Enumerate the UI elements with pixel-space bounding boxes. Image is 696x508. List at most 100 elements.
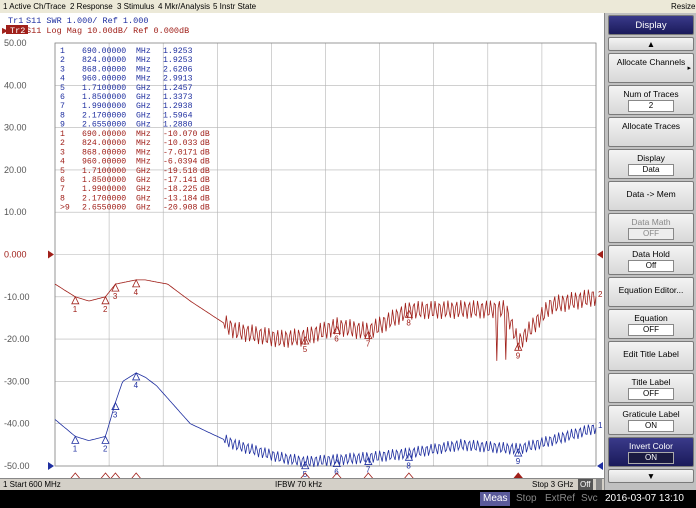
marker-readout-row: 8 2.1700000 GHz -13.184 dB bbox=[60, 193, 210, 203]
marker-number: 8 bbox=[406, 318, 411, 327]
extref-status: ExtRef bbox=[545, 493, 576, 504]
y-tick-label: -50.00 bbox=[4, 461, 30, 471]
marker-readout-number: 1 bbox=[60, 130, 65, 139]
marker-readout-unit: MHz bbox=[136, 56, 151, 65]
marker-readout-frequency: 868.00000 bbox=[82, 148, 126, 157]
marker-readout-value-unit: dB bbox=[200, 138, 210, 148]
marker-readout-number: 5 bbox=[60, 84, 65, 93]
data-hold-value: Off bbox=[628, 260, 674, 272]
y-tick-label: -30.00 bbox=[4, 376, 30, 386]
marker-glyph[interactable] bbox=[132, 278, 141, 288]
softkey-panel: Display ▲ Allocate Channels ▸ Num of Trac… bbox=[604, 13, 696, 490]
y-tick-label: 50.00 bbox=[4, 38, 27, 48]
trace-window[interactable]: 50.00 40.00 30.00 20.00 10.00 0.000 -10.00 -20.… bbox=[0, 13, 604, 478]
menu-mkr-analysis[interactable]: 4 Mkr/Analysis bbox=[158, 0, 210, 13]
menu-instr-state[interactable]: 5 Instr State bbox=[213, 0, 256, 13]
tr1-info: S11 SWR 1.000/ Ref 1.000 bbox=[26, 16, 148, 26]
marker-readout-row: 5 1.7100000 GHz -19.518 dB bbox=[60, 166, 210, 176]
marker-glyph[interactable] bbox=[101, 435, 110, 444]
edit-title-label-button[interactable]: Edit Title Label bbox=[608, 341, 694, 371]
marker-number: 2 bbox=[103, 444, 108, 453]
marker-number: 7 bbox=[366, 339, 371, 348]
marker-number: 1 bbox=[73, 305, 78, 314]
marker-readout-value: -18.225 bbox=[163, 185, 197, 194]
menu-resize[interactable]: Resize bbox=[671, 0, 695, 13]
marker-readout-value-unit: dB bbox=[200, 147, 210, 157]
marker-readout-frequency: 868.00000 bbox=[82, 65, 126, 74]
equation-button[interactable]: Equation OFF bbox=[608, 309, 694, 339]
marker-glyph[interactable] bbox=[101, 295, 110, 305]
marker-readout-value: -7.0171 bbox=[163, 148, 197, 157]
active-trace-arrow: ▶ bbox=[2, 26, 9, 35]
data-hold-button[interactable]: Data Hold Off bbox=[608, 245, 694, 275]
y-tick-label: 0.000 bbox=[4, 250, 27, 260]
marker-readout-row: 6 1.8500000 GHz -17.141 dB bbox=[60, 175, 210, 185]
allocate-traces-button[interactable]: Allocate Traces bbox=[608, 117, 694, 147]
marker-readout-value-unit: dB bbox=[200, 175, 210, 185]
marker-readout-unit: GHz bbox=[136, 167, 151, 176]
marker-readout-value: 2.6206 bbox=[163, 65, 193, 74]
marker-readout-number: 7 bbox=[60, 102, 65, 111]
data-math-button: Data Math OFF bbox=[608, 213, 694, 243]
marker-readout-row: 1 690.00000 MHz 1.9253 bbox=[60, 47, 193, 56]
invert-color-button[interactable]: Invert Color ON bbox=[608, 437, 694, 467]
marker-number: 9 bbox=[516, 457, 521, 466]
marker-readout-number: 5 bbox=[60, 167, 65, 176]
marker-number: 3 bbox=[113, 411, 118, 420]
softkey-title: Display bbox=[608, 15, 694, 35]
marker-readout-row: 4 960.00000 MHz 2.9913 bbox=[60, 75, 193, 84]
marker-readout-value: 1.2938 bbox=[163, 102, 193, 111]
marker-number: 9 bbox=[516, 351, 521, 360]
marker-number: 6 bbox=[334, 334, 339, 343]
menu-response[interactable]: 2 Response bbox=[70, 0, 113, 13]
scroll-up-button[interactable]: ▲ bbox=[608, 37, 694, 51]
allocate-channels-button[interactable]: Allocate Channels ▸ bbox=[608, 53, 694, 83]
marker-readout-unit: MHz bbox=[136, 148, 151, 157]
marker-readout-number: 7 bbox=[60, 185, 65, 194]
scroll-down-button[interactable]: ▼ bbox=[608, 469, 694, 483]
marker-readout-frequency: 960.00000 bbox=[82, 75, 126, 84]
equation-editor-button[interactable]: Equation Editor... bbox=[608, 277, 694, 307]
marker-readout-row: 3 868.00000 MHz -7.0171 dB bbox=[60, 147, 210, 157]
data-to-mem-button[interactable]: Data -> Mem bbox=[608, 181, 694, 211]
tr2-info: S11 Log Mag 10.00dB/ Ref 0.000dB bbox=[26, 26, 189, 36]
marker-readout-row: 3 868.00000 MHz 2.6206 bbox=[60, 65, 193, 74]
marker-readout-number: 3 bbox=[60, 65, 65, 74]
display-value: Data bbox=[628, 164, 674, 176]
tr1-label[interactable]: Tr1 bbox=[8, 16, 23, 26]
marker-readout-unit: GHz bbox=[136, 121, 151, 130]
marker-readout-frequency: 2.1700000 bbox=[82, 111, 126, 120]
marker-readout-unit: GHz bbox=[136, 194, 151, 203]
submenu-arrow-icon: ▸ bbox=[687, 65, 691, 72]
marker-readout-value: 1.2457 bbox=[163, 84, 193, 93]
display-button[interactable]: Display Data bbox=[608, 149, 694, 179]
marker-readout-number: 2 bbox=[60, 56, 65, 65]
meas-status: Meas bbox=[480, 492, 511, 506]
tr1-ref-left-arrow-icon bbox=[48, 462, 54, 470]
marker-readout-value: 1.3373 bbox=[163, 93, 193, 102]
marker-readout-frequency: 960.00000 bbox=[82, 158, 126, 167]
marker-readout-number: >9 bbox=[60, 204, 70, 213]
marker-readout-unit: GHz bbox=[136, 204, 151, 213]
marker-readout-number: 3 bbox=[60, 148, 65, 157]
marker-readout-number: 8 bbox=[60, 111, 65, 120]
marker-readout-row: 2 824.00000 MHz -10.033 dB bbox=[60, 138, 210, 148]
marker-readout-value-unit: dB bbox=[200, 157, 210, 167]
marker-readout-frequency: 1.8500000 bbox=[82, 176, 126, 185]
title-label-button[interactable]: Title Label OFF bbox=[608, 373, 694, 403]
marker-readout-value-unit: dB bbox=[200, 166, 210, 176]
marker-readout-unit: GHz bbox=[136, 84, 151, 93]
marker-readout-unit: MHz bbox=[136, 158, 151, 167]
marker-readout-value: -10.070 bbox=[163, 130, 197, 139]
graticule-label-button[interactable]: Graticule Label ON bbox=[608, 405, 694, 435]
y-tick-label: -10.00 bbox=[4, 292, 30, 302]
marker-readout-frequency: 690.00000 bbox=[82, 47, 126, 56]
marker-readout-value: -10.033 bbox=[163, 139, 197, 148]
marker-readout-number: 9 bbox=[60, 121, 65, 130]
marker-readout-unit: MHz bbox=[136, 130, 151, 139]
menu-active-ch-trace[interactable]: 1 Active Ch/Trace bbox=[3, 0, 66, 13]
menu-stimulus[interactable]: 3 Stimulus bbox=[117, 0, 154, 13]
marker-number: 8 bbox=[406, 461, 411, 470]
tr2-label[interactable]: Tr2 bbox=[10, 26, 25, 36]
num-traces-button[interactable]: Num of Traces 2 bbox=[608, 85, 694, 115]
